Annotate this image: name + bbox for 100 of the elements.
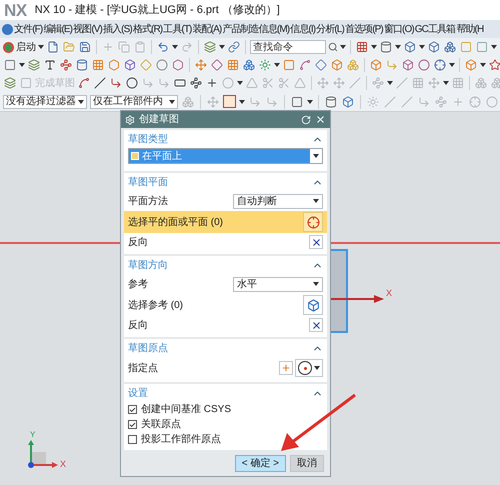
plus-icon[interactable] — [205, 76, 219, 90]
cancel-button[interactable]: 取消 — [290, 454, 324, 472]
crosshair-icon[interactable] — [433, 58, 447, 72]
menu-item[interactable]: 插入(S) — [102, 22, 132, 36]
dropdown-caret-icon[interactable] — [313, 282, 319, 286]
cube-icon[interactable] — [401, 58, 415, 72]
dropdown-caret-icon[interactable] — [395, 45, 401, 49]
menu-item[interactable]: 装配(A) — [192, 22, 222, 36]
line-icon[interactable] — [93, 76, 107, 90]
dropdown-field[interactable]: 自动判断 — [233, 194, 323, 208]
clipboard-icon[interactable] — [133, 40, 147, 54]
diamond-icon[interactable] — [314, 58, 328, 72]
square-icon[interactable] — [290, 94, 304, 108]
section-header[interactable]: 草图方向 — [128, 256, 323, 274]
dropdown-caret-icon[interactable] — [491, 45, 497, 49]
cubes-icon[interactable] — [443, 40, 457, 54]
menu-item[interactable]: 分析(L) — [316, 22, 344, 36]
link-icon[interactable] — [227, 40, 241, 54]
diamond-icon[interactable] — [210, 58, 224, 72]
save-icon[interactable] — [78, 40, 92, 54]
circle-icon[interactable] — [125, 76, 139, 90]
menu-item[interactable]: 编辑(E) — [43, 22, 72, 36]
layers-icon[interactable] — [3, 76, 17, 90]
section-header[interactable]: 设置 — [128, 384, 323, 402]
menu-item[interactable]: 格式(R) — [132, 22, 162, 36]
hexagon-icon[interactable] — [171, 58, 185, 72]
dropdown-caret-icon[interactable] — [78, 100, 84, 104]
cube-icon[interactable] — [123, 58, 137, 72]
cylinder-icon[interactable] — [379, 40, 393, 54]
crosshair-icon[interactable] — [303, 212, 323, 232]
dropdown-field[interactable]: 水平 — [233, 276, 323, 292]
dropdown-caret-icon[interactable] — [313, 154, 319, 158]
cylinder-icon[interactable] — [75, 58, 89, 72]
polyline-icon[interactable] — [189, 76, 203, 90]
dropdown-caret-icon[interactable] — [313, 199, 319, 203]
app-menu-icon[interactable] — [2, 24, 13, 34]
search-icon[interactable] — [328, 42, 338, 52]
dropdown-caret-icon[interactable] — [239, 100, 245, 104]
menu-item[interactable]: 信息(I) — [290, 22, 316, 36]
dropdown-caret-icon[interactable] — [169, 100, 175, 104]
menu-item[interactable]: 视图(V) — [73, 22, 102, 36]
cube-icon[interactable] — [427, 40, 441, 54]
close-icon[interactable] — [315, 114, 326, 125]
settings-icon[interactable] — [125, 114, 135, 124]
checkbox[interactable] — [128, 435, 137, 444]
menu-item[interactable]: 文件(F) — [14, 22, 42, 36]
filter-dropdown[interactable]: 没有选择过滤器 — [3, 94, 87, 108]
section-header[interactable]: 草图类型 — [128, 130, 323, 148]
dropdown-caret-icon[interactable] — [443, 81, 449, 85]
menu-item[interactable]: 产品制造信息(M) — [222, 22, 290, 36]
section-header[interactable]: 草图原点 — [128, 339, 323, 357]
point-type-dropdown[interactable] — [295, 359, 323, 377]
cylinder-icon[interactable] — [324, 94, 338, 108]
cube-icon[interactable] — [369, 58, 383, 72]
start-button[interactable]: 启动 — [3, 40, 36, 54]
grid-icon[interactable] — [355, 40, 369, 54]
dropdown-caret-icon[interactable] — [274, 63, 280, 67]
dropdown-caret-icon[interactable] — [172, 45, 178, 49]
arc-icon[interactable] — [109, 76, 123, 90]
dropdown-caret-icon[interactable] — [419, 45, 425, 49]
menu-item[interactable]: 帮助(H — [456, 22, 484, 36]
dropdown-caret-icon[interactable] — [38, 45, 44, 49]
cube-icon[interactable] — [303, 295, 323, 315]
circle-icon[interactable] — [417, 58, 431, 72]
cube-icon[interactable] — [403, 40, 417, 54]
text-icon[interactable] — [43, 58, 57, 72]
reverse-direction-icon[interactable] — [309, 235, 323, 249]
star-icon[interactable] — [488, 58, 500, 72]
section-header[interactable]: 草图平面 — [128, 173, 323, 191]
menu-item[interactable]: 工具(T) — [163, 22, 192, 36]
selection-row[interactable]: 选择平的面或平面 (0) — [124, 211, 327, 233]
dropdown-caret-icon[interactable] — [387, 81, 393, 85]
dropdown-caret-icon[interactable] — [307, 100, 313, 104]
spline-icon[interactable] — [298, 58, 312, 72]
reverse-direction-icon[interactable] — [309, 318, 323, 332]
filter-dropdown[interactable]: 仅在工作部件内 — [90, 94, 178, 108]
dropdown-caret-icon[interactable] — [449, 63, 455, 67]
menu-item[interactable]: 窗口(O) — [384, 22, 414, 36]
spline-icon[interactable] — [77, 76, 91, 90]
checkbox[interactable] — [128, 405, 137, 414]
menu-item[interactable]: 首选项(P) — [344, 22, 383, 36]
dropdown-caret-icon[interactable] — [371, 45, 377, 49]
dropdown-caret-icon[interactable] — [480, 63, 486, 67]
checkbox[interactable] — [128, 420, 137, 429]
dropdown-caret-icon[interactable] — [19, 63, 25, 67]
dropdown-caret-icon[interactable] — [340, 45, 346, 49]
point-dialog-icon[interactable] — [279, 361, 293, 375]
ok-button[interactable]: < 确定 > — [234, 454, 286, 472]
grid-icon[interactable] — [226, 58, 240, 72]
square-icon[interactable] — [3, 58, 17, 72]
cube-icon[interactable] — [341, 94, 355, 108]
curve-icon[interactable] — [59, 58, 73, 72]
cubes-icon[interactable] — [242, 58, 256, 72]
select-icon[interactable] — [223, 95, 236, 108]
dropdown-caret-icon[interactable] — [237, 81, 243, 85]
dropdown-caret-icon[interactable] — [219, 45, 225, 49]
file-icon[interactable] — [46, 40, 60, 54]
dropdown-caret-icon[interactable] — [314, 366, 320, 370]
reset-icon[interactable] — [301, 114, 311, 124]
cube-icon[interactable] — [330, 58, 344, 72]
